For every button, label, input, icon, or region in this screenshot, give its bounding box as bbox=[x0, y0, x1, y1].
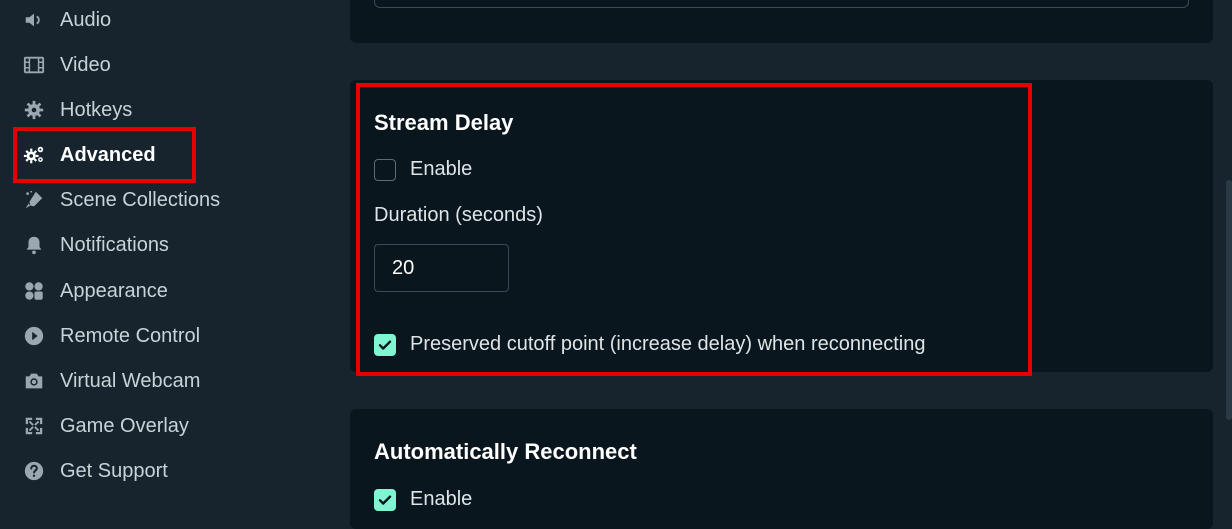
previous-input-field[interactable] bbox=[374, 0, 1189, 8]
sidebar-item-advanced[interactable]: Advanced bbox=[22, 139, 156, 171]
auto-reconnect-enable-checkbox[interactable]: Enable bbox=[374, 488, 472, 511]
sidebar-item-label: Remote Control bbox=[60, 324, 201, 347]
sidebar-item-label: Virtual Webcam bbox=[60, 369, 201, 392]
sidebar-item-video[interactable]: Video bbox=[22, 49, 111, 81]
sidebar-item-label: Video bbox=[60, 53, 111, 76]
sidebar-item-label: Advanced bbox=[60, 143, 156, 166]
question-icon bbox=[22, 459, 46, 483]
settings-sidebar: Audio Video Hotkeys Advanced Scene Colle… bbox=[0, 0, 330, 511]
sidebar-item-label: Get Support bbox=[60, 459, 168, 482]
sidebar-item-appearance[interactable]: Appearance bbox=[22, 275, 168, 307]
checkbox-box[interactable] bbox=[374, 333, 396, 356]
film-icon bbox=[22, 53, 46, 77]
sidebar-item-label: Scene Collections bbox=[60, 188, 221, 211]
play-circle-icon bbox=[22, 324, 46, 348]
sidebar-item-audio[interactable]: Audio bbox=[22, 4, 111, 36]
speaker-icon bbox=[22, 8, 46, 32]
sidebar-item-label: Game Overlay bbox=[60, 414, 189, 437]
main-scrollbar[interactable] bbox=[1226, 180, 1232, 420]
paint-icon bbox=[22, 188, 46, 212]
checkmark-icon bbox=[378, 495, 392, 505]
gear-icon bbox=[22, 98, 46, 122]
stream-delay-enable-checkbox[interactable]: Enable bbox=[374, 158, 472, 181]
expand-icon bbox=[22, 414, 46, 438]
sidebar-item-scene-collections[interactable]: Scene Collections bbox=[22, 184, 220, 216]
checkbox-label: Preserved cutoff point (increase delay) … bbox=[410, 333, 926, 355]
sidebar-item-label: Notifications bbox=[60, 233, 169, 256]
sidebar-item-label: Appearance bbox=[60, 279, 168, 302]
checkbox-box[interactable] bbox=[374, 488, 396, 511]
auto-reconnect-card bbox=[350, 409, 1213, 529]
checkbox-label: Enable bbox=[410, 158, 473, 180]
sidebar-item-hotkeys[interactable]: Hotkeys bbox=[22, 94, 132, 126]
sidebar-item-game-overlay[interactable]: Game Overlay bbox=[22, 410, 189, 442]
sidebar-item-remote-control[interactable]: Remote Control bbox=[22, 320, 200, 352]
checkmark-icon bbox=[378, 340, 392, 350]
duration-input[interactable]: 20 bbox=[374, 244, 509, 292]
gears-icon bbox=[22, 143, 46, 167]
checkbox-box[interactable] bbox=[374, 158, 396, 181]
camera-icon bbox=[22, 369, 46, 393]
sidebar-item-notifications[interactable]: Notifications bbox=[22, 229, 169, 261]
sidebar-item-virtual-webcam[interactable]: Virtual Webcam bbox=[22, 365, 200, 397]
duration-label: Duration (seconds) bbox=[374, 204, 543, 226]
bell-icon bbox=[22, 233, 46, 257]
sidebar-item-label: Audio bbox=[60, 8, 112, 31]
sidebar-item-label: Hotkeys bbox=[60, 98, 133, 121]
auto-reconnect-title: Automatically Reconnect bbox=[374, 439, 637, 464]
preserve-cutoff-checkbox[interactable]: Preserved cutoff point (increase delay) … bbox=[374, 333, 925, 356]
sidebar-item-get-support[interactable]: Get Support bbox=[22, 455, 168, 487]
checkbox-label: Enable bbox=[410, 488, 473, 510]
palette-icon bbox=[22, 279, 46, 303]
stream-delay-title: Stream Delay bbox=[374, 110, 514, 135]
